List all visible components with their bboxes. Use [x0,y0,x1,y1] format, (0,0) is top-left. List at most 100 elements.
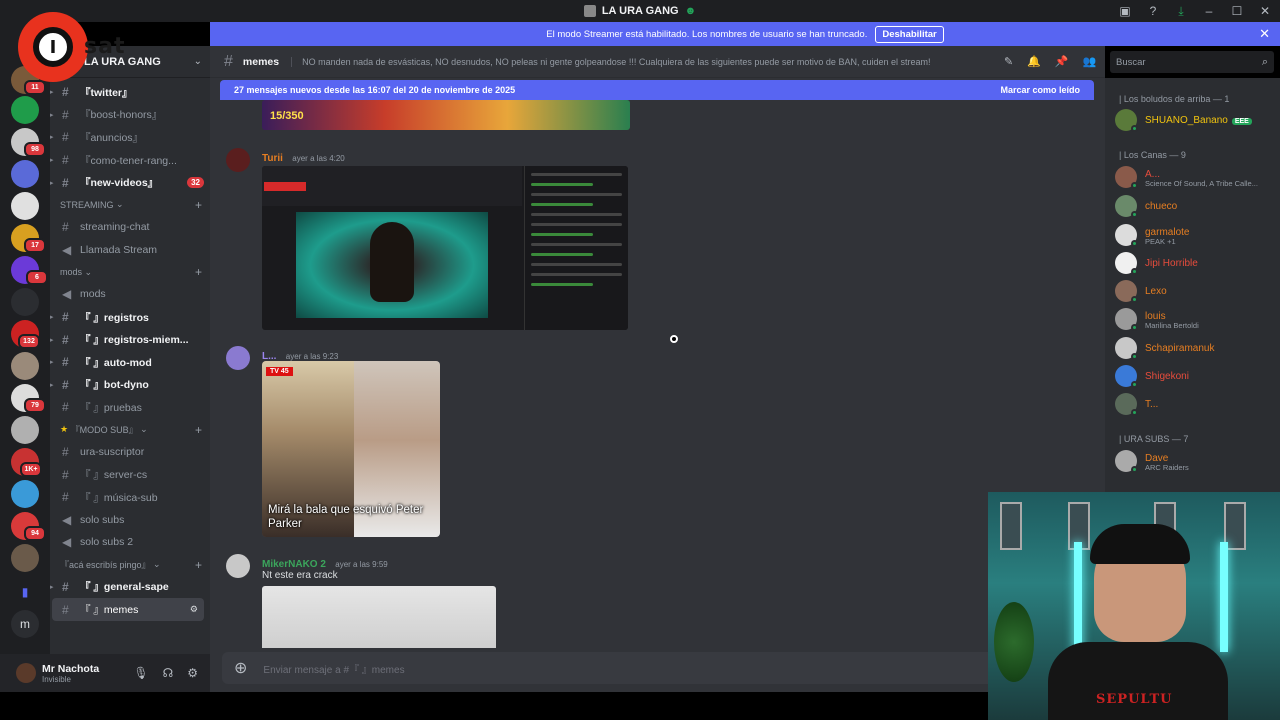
message-text: Nt este era crack [262,570,338,581]
add-channel-icon[interactable]: + [195,265,202,279]
headphones-icon[interactable]: ☊ [163,666,174,680]
stream-screenshot-image[interactable] [262,166,628,330]
channel-topic[interactable]: NO manden nada de esvásticas, NO desnudo… [291,56,930,67]
maximize-icon[interactable]: ☐ [1230,4,1244,18]
microphone-icon[interactable]: 🎙 [133,666,148,680]
server-icon-8[interactable] [11,288,39,316]
new-messages-bar[interactable]: 27 mensajes nuevos desde las 16:07 del 2… [220,80,1094,100]
channel-streaming-chat[interactable]: # streaming-chat [50,216,210,239]
add-channel-icon[interactable]: + [195,198,202,212]
image-attachment[interactable] [262,586,496,648]
member-item[interactable]: Schapiramanuk [1115,337,1275,360]
category-mods[interactable]: mods ⌄ + [50,261,210,283]
avatar[interactable] [226,148,250,172]
channel-server-cs[interactable]: # 『 』server-cs [50,463,210,486]
channel-registros[interactable]: ▸ # 『 』registros [50,306,210,329]
channel-bot-dyno[interactable]: ▸ # 『 』bot-dyno [50,374,210,397]
inbox-icon[interactable]: ▣ [1118,4,1132,18]
server-badge: 6 [26,270,48,285]
channel-sidebar: LA URA GANG ⌄ ▸ # 『twitter』 ▸ # 『boost-honor… [50,46,210,654]
members-icon[interactable]: 👥 [1083,55,1097,68]
channel-solo-subs[interactable]: ◀ solo subs [50,509,210,532]
channel-registros-miembros[interactable]: ▸ # 『 』registros-miem... [50,328,210,351]
gif-attachment[interactable]: TV 45 Mirá la bala que esquivó Peter Par… [262,361,440,537]
gear-icon[interactable]: ⚙ [187,666,198,680]
server-icon-5[interactable] [11,192,39,220]
channel-solo-subs-2[interactable]: ◀ solo subs 2 [50,531,210,554]
bell-icon[interactable]: 🔔 [1027,55,1041,68]
category-aca-escribis[interactable]: 『acá escribís pingo』 ⌄ + [50,554,210,576]
category-modo-sub[interactable]: ★ 『MODO SUB』 ⌄ + [50,419,210,441]
channel-anuncios[interactable]: ▸ # 『anuncios』 [50,126,210,149]
hash-icon: # [62,175,69,190]
mouse-cursor [670,335,678,343]
add-attachment-icon[interactable]: ⊕ [234,658,247,678]
channel-ura-suscriptor[interactable]: # ura-suscriptor [50,441,210,464]
server-badge: 1K+ [20,462,42,477]
member-item[interactable]: louis Marilina Bertoldi [1115,308,1275,331]
message-time: ayer a las 4:20 [292,154,345,163]
settings-icon[interactable]: ⚙ [190,604,198,615]
add-channel-icon[interactable]: + [195,423,202,437]
avatar[interactable] [226,346,250,370]
mention-count-badge: 32 [187,177,204,189]
server-icon-2[interactable] [11,96,39,124]
add-channel-icon[interactable]: + [195,558,202,572]
close-window-icon[interactable]: ✕ [1258,4,1272,18]
channel-mods[interactable]: ◀ mods [50,283,210,306]
server-badge: 17 [24,238,46,253]
shirt-text: SEPULTU [1096,692,1173,707]
message-input[interactable]: ⊕ Enviar mensaje a #『 』memes [222,652,1094,684]
message-time: ayer a las 9:23 [285,352,339,361]
channel-pruebas[interactable]: # 『 』pruebas [50,396,210,419]
member-item[interactable]: T... [1115,393,1275,416]
disable-streamer-button[interactable]: Deshabilitar [875,25,944,43]
help-icon[interactable]: ? [1146,4,1160,18]
member-list: | Los boludos de arriba — 1 SHUANO_Banan… [1105,78,1280,492]
download-icon[interactable]: ⤓ [1174,4,1188,18]
channel-memes[interactable]: # 『 』memes ⚙ [52,598,204,621]
channel-llamada-stream[interactable]: ◀ Llamada Stream [50,239,210,262]
server-badge: 79 [24,398,46,413]
server-icon-14[interactable] [11,480,39,508]
channel-como-tener-rango[interactable]: ▸ # 『como-tener-rang... [50,149,210,172]
message-list: 15/350 Turii ayer a las 4:20 L... ayer a… [210,100,1105,648]
speaker-icon: ◀ [62,242,72,257]
server-icon-m[interactable]: m [11,610,39,638]
message-author[interactable]: Turii [262,153,283,164]
member-item[interactable]: Jipi Horrible [1115,252,1275,275]
message-author[interactable]: MikerNAKO 2 [262,559,326,570]
channel-twitter[interactable]: ▸ # 『twitter』 [50,81,210,104]
hash-icon: # [62,400,69,415]
avatar[interactable] [226,554,250,578]
pin-icon[interactable]: 📌 [1055,55,1069,68]
server-icon-16[interactable] [11,544,39,572]
chat-main: # memes NO manden nada de esvásticas, NO… [210,46,1105,692]
channel-boost-honors[interactable]: ▸ # 『boost-honors』 [50,104,210,127]
channel-general-sape[interactable]: ▸ # 『 』general-sape [50,576,210,599]
server-icon-12[interactable] [11,416,39,444]
member-item[interactable]: garmalote PEAK +1 [1115,224,1275,247]
minimize-icon[interactable]: – [1202,4,1216,18]
threads-icon[interactable]: ✎ [1004,55,1013,68]
server-icon-10[interactable] [11,352,39,380]
channel-new-videos[interactable]: ▸ # 『new-videos』 32 [50,171,210,194]
member-item[interactable]: SHUANO_Banano EEE [1115,109,1275,132]
hash-icon: # [62,602,69,617]
member-item[interactable]: A... Science Of Sound, A Tribe Calle... [1115,166,1275,189]
mark-as-read-button[interactable]: Marcar como leído [1000,85,1080,95]
hash-icon: # [62,153,69,168]
member-item[interactable]: Dave ARC Raiders [1115,450,1275,473]
channel-auto-mod[interactable]: ▸ # 『 』auto-mod [50,351,210,374]
close-banner-icon[interactable]: ✕ [1259,26,1270,42]
folder-icon[interactable]: ▮ [11,578,39,606]
image-attachment[interactable]: 15/350 [262,100,630,130]
member-item[interactable]: Lexo [1115,280,1275,303]
search-input[interactable]: Buscar ⌕ [1110,51,1274,73]
category-streaming[interactable]: STREAMING ⌄ + [50,194,210,216]
avatar[interactable] [16,663,36,683]
member-item[interactable]: Shigekoni [1115,365,1275,388]
channel-musica-sub[interactable]: # 『 』música-sub [50,486,210,509]
member-item[interactable]: chueco [1115,195,1275,218]
server-icon-4[interactable] [11,160,39,188]
